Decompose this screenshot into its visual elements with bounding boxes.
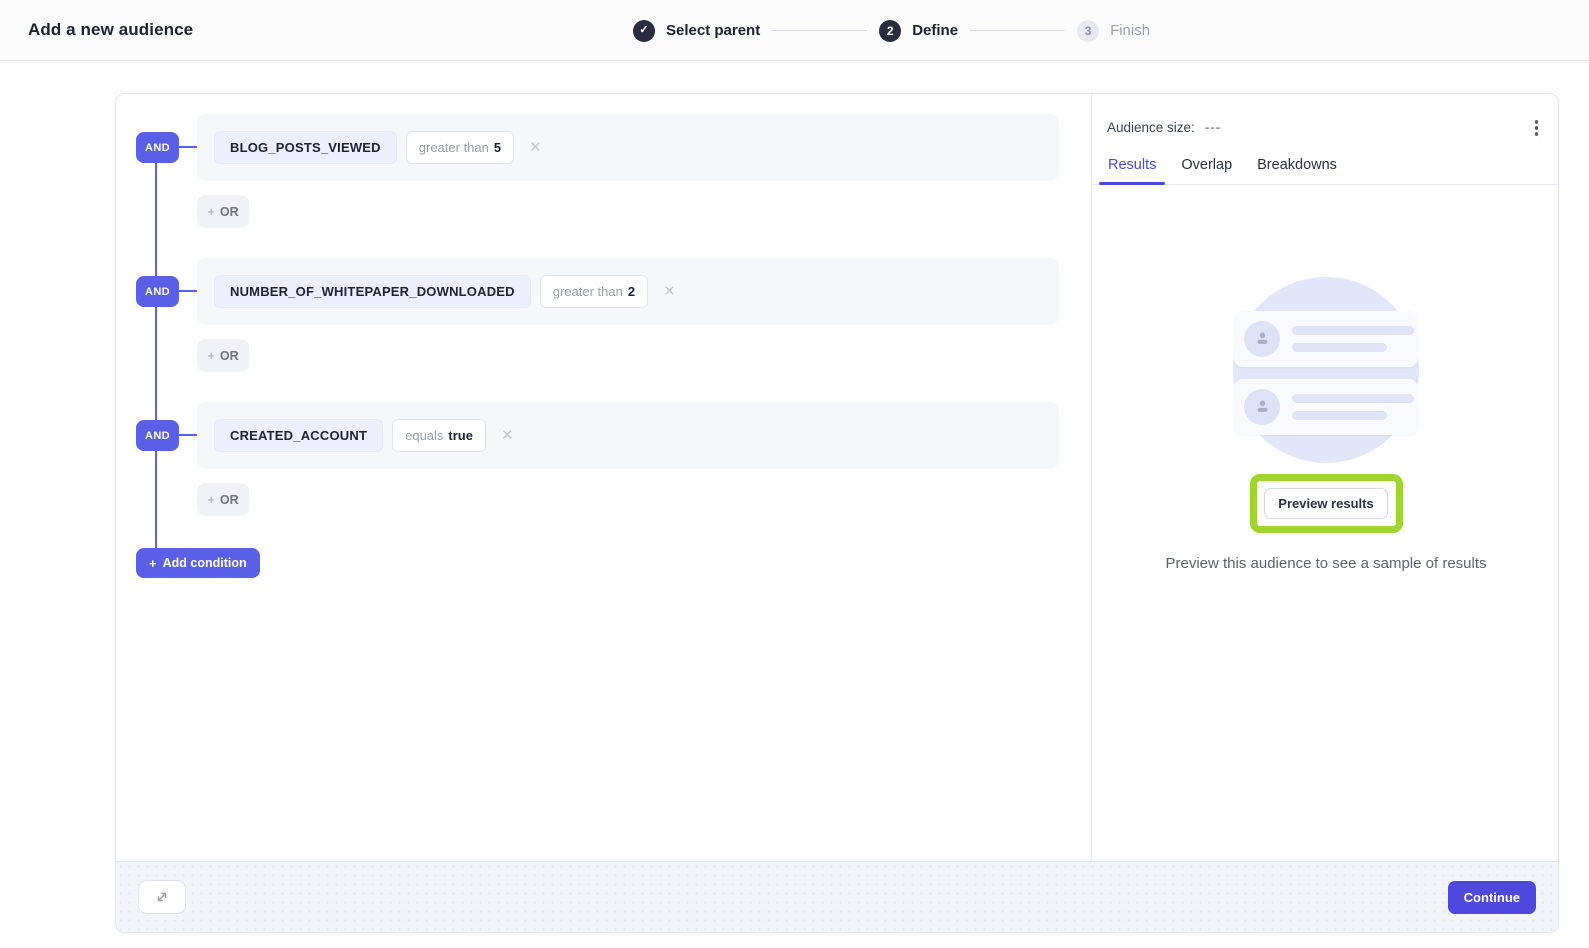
add-condition-label: Add condition [163, 556, 247, 570]
footer-bar: Continue [116, 861, 1558, 932]
person-icon [1254, 398, 1271, 415]
avatar [1244, 389, 1280, 425]
condition-row: BLOG_POSTS_VIEWED greater than 5 ✕ [197, 114, 1059, 181]
remove-condition-icon[interactable]: ✕ [501, 428, 514, 443]
kebab-menu-icon[interactable] [1531, 116, 1543, 140]
condition-operator-chip[interactable]: greater than 5 [406, 131, 514, 164]
avatar [1244, 321, 1280, 357]
highlight-frame: Preview results [1250, 474, 1403, 533]
audience-size-value: --- [1205, 120, 1222, 135]
illustration-list-item [1234, 379, 1418, 435]
audience-size-label: Audience size: [1107, 120, 1195, 135]
remove-condition-icon[interactable]: ✕ [663, 284, 676, 299]
tab-overlap[interactable]: Overlap [1172, 157, 1241, 184]
remove-condition-icon[interactable]: ✕ [529, 140, 542, 155]
and-operator-badge: AND [136, 276, 179, 307]
step-finish[interactable]: 3 Finish [1077, 20, 1150, 42]
expand-button[interactable] [138, 880, 186, 914]
and-operator-badge: AND [136, 132, 179, 163]
panel-header: Audience size: --- [1092, 94, 1560, 140]
step-define[interactable]: 2 Define [879, 20, 958, 42]
condition-field-chip[interactable]: NUMBER_OF_WHITEPAPER_DOWNLOADED [214, 275, 531, 308]
condition-tree-line [155, 148, 157, 563]
operator-value: 2 [628, 284, 635, 299]
or-label: OR [220, 349, 239, 363]
step-label: Finish [1110, 22, 1150, 39]
tab-breakdowns[interactable]: Breakdowns [1248, 157, 1346, 184]
top-bar: Add a new audience ✓ Select parent 2 Def… [0, 0, 1589, 61]
expand-icon [154, 889, 170, 905]
results-placeholder-illustration [1233, 277, 1419, 463]
or-label: OR [220, 205, 239, 219]
audience-builder-card: AND BLOG_POSTS_VIEWED greater than 5 ✕ +… [115, 93, 1559, 933]
condition-row: NUMBER_OF_WHITEPAPER_DOWNLOADED greater … [197, 258, 1059, 325]
step-connector-line [772, 30, 867, 31]
results-panel: Audience size: --- Results Overlap Break… [1091, 94, 1560, 863]
operator-text: greater than [553, 284, 623, 299]
step-complete-check-icon: ✓ [633, 20, 655, 42]
add-or-button[interactable]: + OR [197, 195, 249, 228]
step-label: Define [912, 22, 958, 39]
condition-row: CREATED_ACCOUNT equals true ✕ [197, 402, 1059, 469]
add-or-button[interactable]: + OR [197, 339, 249, 372]
step-number-badge: 2 [879, 20, 901, 42]
step-connector-line [970, 30, 1065, 31]
placeholder-text-bars [1292, 394, 1414, 420]
add-or-button[interactable]: + OR [197, 483, 249, 516]
preview-caption: Preview this audience to see a sample of… [1092, 555, 1560, 572]
step-select-parent[interactable]: ✓ Select parent [633, 20, 760, 42]
plus-icon: + [207, 204, 215, 219]
tab-results[interactable]: Results [1099, 157, 1165, 184]
panel-tabs: Results Overlap Breakdowns [1092, 140, 1560, 185]
conditions-pane: AND BLOG_POSTS_VIEWED greater than 5 ✕ +… [116, 94, 1091, 863]
or-label: OR [220, 493, 239, 507]
condition-field-chip[interactable]: CREATED_ACCOUNT [214, 419, 383, 452]
audience-size: Audience size: --- [1107, 120, 1221, 135]
placeholder-text-bars [1292, 326, 1414, 352]
operator-value: true [448, 428, 473, 443]
plus-icon: + [149, 556, 157, 571]
preview-results-button[interactable]: Preview results [1264, 488, 1387, 519]
condition-field-chip[interactable]: BLOG_POSTS_VIEWED [214, 131, 397, 164]
and-operator-badge: AND [136, 420, 179, 451]
step-label: Select parent [666, 22, 760, 39]
condition-operator-chip[interactable]: greater than 2 [540, 275, 648, 308]
illustration-circle [1233, 277, 1419, 463]
illustration-list-item [1234, 311, 1418, 367]
condition-operator-chip[interactable]: equals true [392, 419, 486, 452]
panel-body: Preview results Preview this audience to… [1092, 277, 1560, 572]
stepper: ✓ Select parent 2 Define 3 Finish [633, 0, 1150, 61]
person-icon [1254, 330, 1271, 347]
operator-text: equals [405, 428, 443, 443]
page-title: Add a new audience [28, 20, 193, 40]
plus-icon: + [207, 348, 215, 363]
operator-value: 5 [494, 140, 501, 155]
continue-button[interactable]: Continue [1448, 881, 1536, 914]
add-condition-button[interactable]: + Add condition [136, 548, 260, 578]
step-number-badge: 3 [1077, 20, 1099, 42]
plus-icon: + [207, 492, 215, 507]
operator-text: greater than [419, 140, 489, 155]
